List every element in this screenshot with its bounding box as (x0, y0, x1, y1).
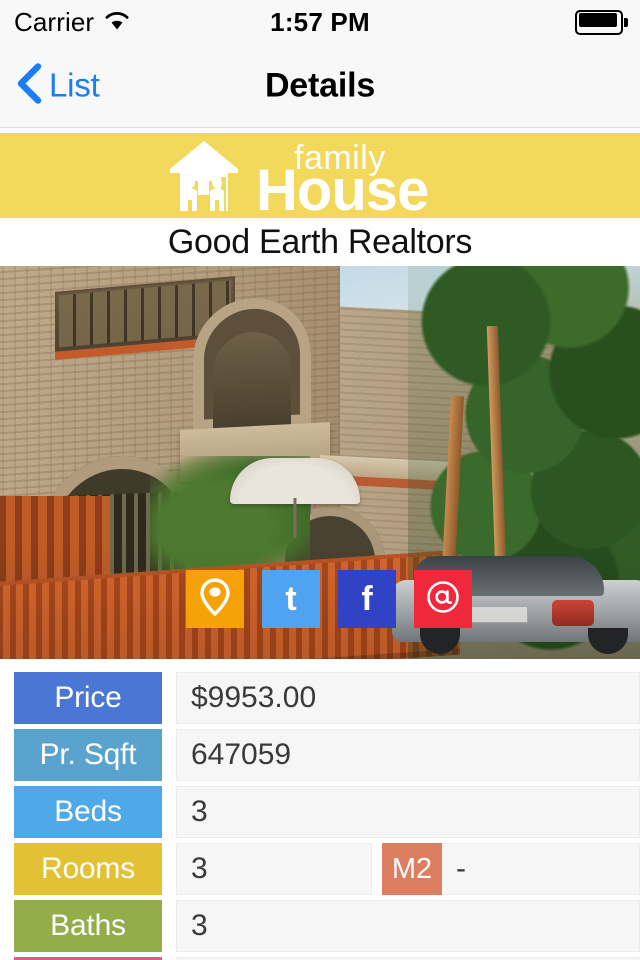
table-row: Beds 3 (0, 786, 640, 838)
detail-value-beds[interactable]: 3 (176, 786, 640, 838)
detail-label-price: Price (14, 672, 162, 724)
battery-full-icon (575, 9, 628, 35)
detail-value-baths[interactable]: 3 (176, 900, 640, 952)
table-row: Price $9953.00 (0, 672, 640, 724)
table-row: Pr. Sqft 647059 (0, 729, 640, 781)
email-button[interactable] (414, 570, 472, 628)
location-pin-icon (198, 577, 232, 622)
detail-value-pr-sqft[interactable]: 647059 (176, 729, 640, 781)
realtor-name: Good Earth Realtors (167, 222, 473, 261)
family-house-logo-icon: family House (164, 137, 476, 223)
brand-word-house: House (256, 157, 429, 223)
table-row: Baths 3 (0, 900, 640, 952)
realtor-name-band: Good Earth Realtors (0, 218, 640, 266)
social-action-row: t f (186, 570, 472, 628)
detail-badge-m2: M2 (382, 843, 442, 895)
brand-banner: family House (0, 133, 640, 223)
brand-wordmark: family House (256, 137, 476, 223)
detail-label-baths: Baths (14, 900, 162, 952)
detail-value-m2[interactable]: - (442, 843, 640, 895)
status-bar: Carrier 1:57 PM (0, 0, 640, 44)
facebook-button[interactable]: f (338, 570, 396, 628)
clock-label: 1:57 PM (270, 6, 370, 37)
page-title: Details (264, 66, 376, 104)
table-row: Rooms 3 M2 - (0, 843, 640, 895)
detail-value-price[interactable]: $9953.00 (176, 672, 640, 724)
property-photo[interactable]: t f (0, 266, 640, 659)
detail-value-rooms[interactable]: 3 (176, 843, 372, 895)
app-screen: Carrier 1:57 PM List Details family Hous… (0, 0, 640, 960)
detail-label-rooms: Rooms (14, 843, 162, 895)
house-family-mark-icon (170, 140, 238, 211)
twitter-button[interactable]: t (262, 570, 320, 628)
twitter-icon: t (285, 580, 297, 618)
navigation-bar: List Details (0, 44, 640, 128)
status-bar-right (575, 9, 628, 35)
email-icon (425, 579, 461, 620)
property-details-table: Price $9953.00 Pr. Sqft 647059 Beds 3 Ro… (0, 672, 640, 960)
detail-label-beds: Beds (14, 786, 162, 838)
location-pin-button[interactable] (186, 570, 244, 628)
facebook-icon: f (361, 580, 373, 618)
detail-label-pr-sqft: Pr. Sqft (14, 729, 162, 781)
